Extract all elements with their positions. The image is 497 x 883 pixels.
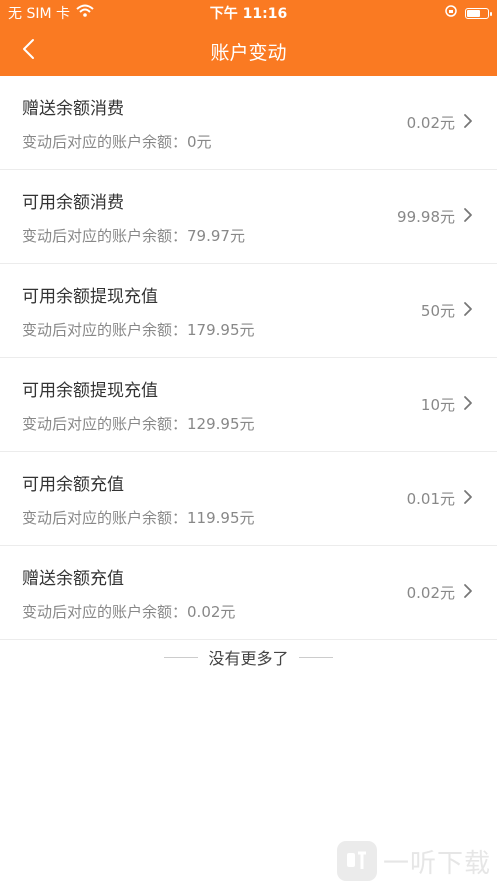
transaction-balance: 变动后对应的账户余额：0.02元 — [22, 602, 236, 621]
transaction-balance: 变动后对应的账户余额：79.97元 — [22, 226, 245, 245]
transaction-amount-area: 10元 — [421, 394, 473, 415]
transaction-item-2[interactable]: 可用余额消费 变动后对应的账户余额：79.97元 99.98元 — [0, 170, 497, 264]
transaction-info: 可用余额提现充值 变动后对应的账户余额：179.95元 — [22, 282, 421, 340]
transaction-amount-area: 0.01元 — [407, 488, 473, 509]
wifi-icon — [76, 4, 94, 22]
back-button[interactable] — [14, 37, 42, 65]
end-of-list-indicator: 没有更多了 — [0, 642, 497, 672]
divider-line-right — [298, 656, 333, 658]
back-arrow-icon — [21, 38, 35, 64]
chevron-right-icon — [463, 489, 473, 509]
transaction-title: 赠送余额充值 — [22, 568, 124, 589]
transaction-amount: 0.02元 — [406, 584, 455, 602]
no-more-text: 没有更多了 — [208, 649, 289, 668]
transaction-item-1[interactable]: 赠送余额消费 变动后对应的账户余额：0元 0.02元 — [0, 76, 497, 170]
transaction-amount: 10元 — [420, 396, 455, 414]
transaction-amount: 50元 — [420, 302, 455, 320]
transaction-item-4[interactable]: 可用余额提现充值 变动后对应的账户余额：129.95元 10元 — [0, 358, 497, 452]
watermark: 一听下载 — [336, 841, 491, 881]
chevron-right-icon — [463, 395, 473, 415]
status-time: 下午 11:16 — [209, 6, 288, 22]
transaction-amount-area: 50元 — [421, 300, 473, 321]
chevron-right-icon — [463, 583, 473, 603]
transaction-info: 可用余额充值 变动后对应的账户余额：119.95元 — [22, 470, 407, 528]
transaction-balance: 变动后对应的账户余额：119.95元 — [22, 508, 255, 527]
watermark-text: 一听下载 — [382, 848, 491, 879]
battery-icon — [465, 7, 492, 19]
transactions-list: 赠送余额消费 变动后对应的账户余额：0元 0.02元 可用余额消费 变动后对应的… — [0, 76, 497, 640]
transaction-info: 可用余额提现充值 变动后对应的账户余额：129.95元 — [22, 376, 421, 434]
transaction-info: 赠送余额充值 变动后对应的账户余额：0.02元 — [22, 564, 407, 622]
transaction-title: 可用余额提现充值 — [22, 380, 158, 401]
transaction-title: 可用余额消费 — [22, 192, 124, 213]
transaction-amount-area: 0.02元 — [407, 582, 473, 603]
divider-line-left — [164, 656, 199, 658]
transaction-amount: 99.98元 — [397, 208, 455, 226]
header: 无 SIM 卡 下午 11:16 账户变动 — [0, 0, 497, 76]
transaction-item-6[interactable]: 赠送余额充值 变动后对应的账户余额：0.02元 0.02元 — [0, 546, 497, 640]
transaction-info: 赠送余额消费 变动后对应的账户余额：0元 — [22, 94, 407, 152]
transaction-amount-area: 0.02元 — [407, 112, 473, 133]
chevron-right-icon — [463, 207, 473, 227]
status-bar: 无 SIM 卡 下午 11:16 — [0, 0, 497, 26]
transaction-amount: 0.02元 — [406, 114, 455, 132]
transaction-title: 可用余额充值 — [22, 474, 124, 495]
transaction-amount-area: 99.98元 — [397, 206, 473, 227]
status-left: 无 SIM 卡 — [8, 3, 94, 23]
transaction-item-5[interactable]: 可用余额充值 变动后对应的账户余额：119.95元 0.01元 — [0, 452, 497, 546]
transaction-balance: 变动后对应的账户余额：179.95元 — [22, 320, 255, 339]
rotation-lock-icon — [445, 5, 457, 21]
page-title: 账户变动 — [210, 41, 287, 64]
transaction-title: 可用余额提现充值 — [22, 286, 158, 307]
nav-bar: 账户变动 — [0, 26, 497, 76]
transaction-balance: 变动后对应的账户余额：129.95元 — [22, 414, 255, 433]
watermark-logo-icon — [336, 841, 377, 881]
chevron-right-icon — [463, 301, 473, 321]
transaction-balance: 变动后对应的账户余额：0元 — [22, 132, 212, 151]
transaction-title: 赠送余额消费 — [22, 98, 124, 119]
carrier-label: 无 SIM 卡 — [8, 6, 70, 22]
chevron-right-icon — [463, 113, 473, 133]
transaction-amount: 0.01元 — [406, 490, 455, 508]
transaction-info: 可用余额消费 变动后对应的账户余额：79.97元 — [22, 188, 397, 246]
status-right — [445, 5, 492, 21]
battery-level-fill — [467, 9, 481, 17]
transaction-item-3[interactable]: 可用余额提现充值 变动后对应的账户余额：179.95元 50元 — [0, 264, 497, 358]
